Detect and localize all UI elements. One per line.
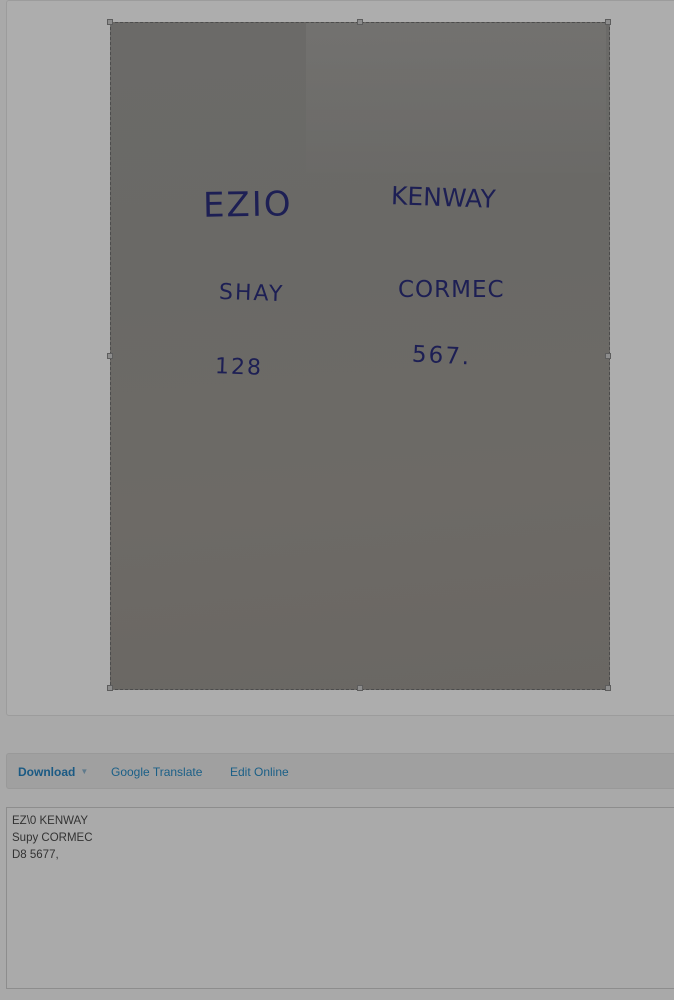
crop-handle-top-right[interactable] — [605, 19, 611, 25]
handwritten-word: KENWAY — [390, 181, 497, 214]
edit-online-link[interactable]: Edit Online — [230, 765, 289, 779]
paper-fold-shading — [306, 23, 606, 183]
crop-handle-right[interactable] — [605, 353, 611, 359]
crop-handle-left[interactable] — [107, 353, 113, 359]
result-line: Supy CORMEC — [12, 832, 93, 844]
crop-handle-bottom-left[interactable] — [107, 685, 113, 691]
result-line: D8 5677, — [12, 849, 59, 861]
handwritten-number: 567. — [411, 341, 472, 371]
result-toolbar: Download ▼ Google Translate Edit Online — [6, 753, 674, 789]
download-label: Download — [18, 765, 76, 779]
handwritten-number: 128 — [214, 354, 264, 381]
handwritten-word: SHAY — [218, 279, 285, 308]
crop-selection[interactable]: EZIO KENWAY SHAY CORMEC 128 567. — [107, 19, 611, 691]
crop-handle-top[interactable] — [357, 19, 363, 25]
ocr-result-textarea[interactable]: EZ\0 KENWAY Supy CORMEC D8 5677, — [6, 807, 674, 989]
google-translate-link[interactable]: Google Translate — [111, 765, 202, 779]
handwritten-word: CORMEC — [398, 277, 505, 303]
crop-handle-top-left[interactable] — [107, 19, 113, 25]
crop-handle-bottom-right[interactable] — [605, 685, 611, 691]
result-line: EZ\0 KENWAY — [12, 815, 89, 827]
chevron-down-icon: ▼ — [80, 767, 89, 776]
download-button[interactable]: Download ▼ — [18, 765, 88, 779]
handwritten-word: EZIO — [202, 184, 293, 226]
crop-handle-bottom[interactable] — [357, 685, 363, 691]
